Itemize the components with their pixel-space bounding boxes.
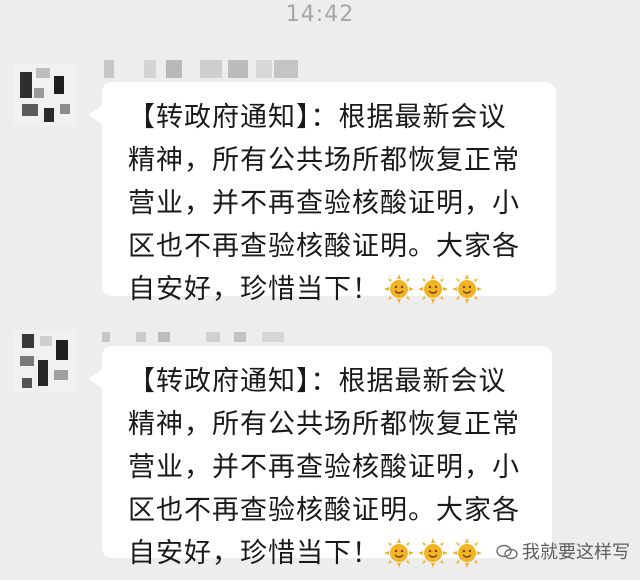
avatar[interactable]: [14, 330, 76, 392]
sender-name: [104, 60, 304, 80]
sun-face-emoji: [452, 274, 482, 304]
watermark-text: 我就要这样写: [522, 542, 630, 563]
watermark: 我就要这样写: [496, 538, 630, 564]
sun-face-emoji: [384, 274, 414, 304]
message-bubble[interactable]: 【转政府通知】：根据最新会议 精神，所有公共场所都恢复正常 营业，并不再查验核酸…: [88, 82, 556, 305]
sun-face-emoji: [418, 274, 448, 304]
sender-name: [102, 328, 292, 348]
sun-face-emoji: [452, 538, 482, 568]
wechat-icon: [496, 544, 518, 560]
message-bubble[interactable]: 【转政府通知】：根据最新会议 精神，所有公共场所都恢复正常 营业，并不再查验核酸…: [88, 346, 552, 569]
avatar[interactable]: [14, 64, 76, 126]
sun-face-emoji: [384, 538, 414, 568]
sun-face-emoji-group: [380, 538, 482, 568]
sun-face-emoji-group: [380, 274, 482, 304]
sun-face-emoji: [418, 538, 448, 568]
timestamp: 14:42: [285, 2, 355, 27]
